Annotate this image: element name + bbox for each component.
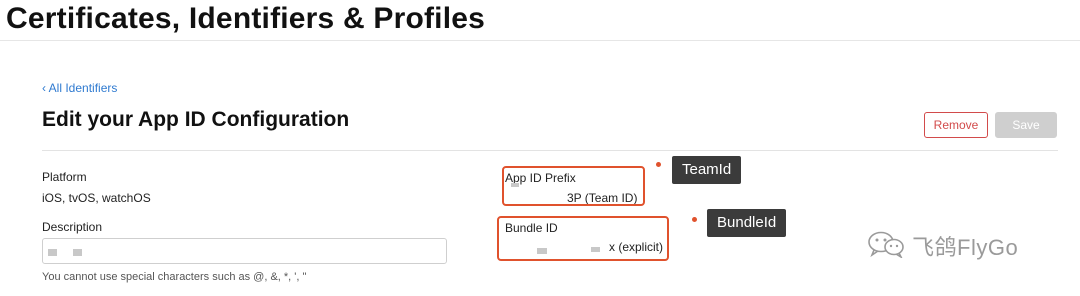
redacted-text: [48, 249, 57, 256]
remove-button[interactable]: Remove: [924, 112, 988, 138]
watermark-text: 飞鸽FlyGo: [912, 235, 1019, 260]
section-title: Edit your App ID Configuration: [42, 108, 350, 131]
wechat-icon: [866, 230, 906, 263]
platform-label: Platform: [42, 170, 87, 184]
description-hint: You cannot use special characters such a…: [42, 271, 307, 283]
bundle-id-marker-dot: [692, 217, 697, 222]
section-divider: [42, 150, 1058, 151]
header-divider: [0, 40, 1080, 41]
bundle-id-highlight: [497, 216, 669, 261]
redacted-text: [73, 249, 82, 256]
description-field[interactable]: [42, 238, 447, 264]
platform-value: iOS, tvOS, watchOS: [42, 191, 151, 205]
team-id-highlight: [502, 166, 645, 206]
back-link-all-identifiers[interactable]: ‹ All Identifiers: [42, 81, 117, 95]
page-title: Certificates, Identifiers & Profiles: [6, 2, 486, 35]
watermark: 飞鸽FlyGo: [866, 231, 1018, 261]
save-button[interactable]: Save: [995, 112, 1057, 138]
bundle-id-tag: BundleId: [707, 209, 787, 237]
team-id-tag: TeamId: [672, 156, 742, 184]
team-id-marker-dot: [656, 162, 661, 167]
description-label: Description: [42, 220, 103, 234]
